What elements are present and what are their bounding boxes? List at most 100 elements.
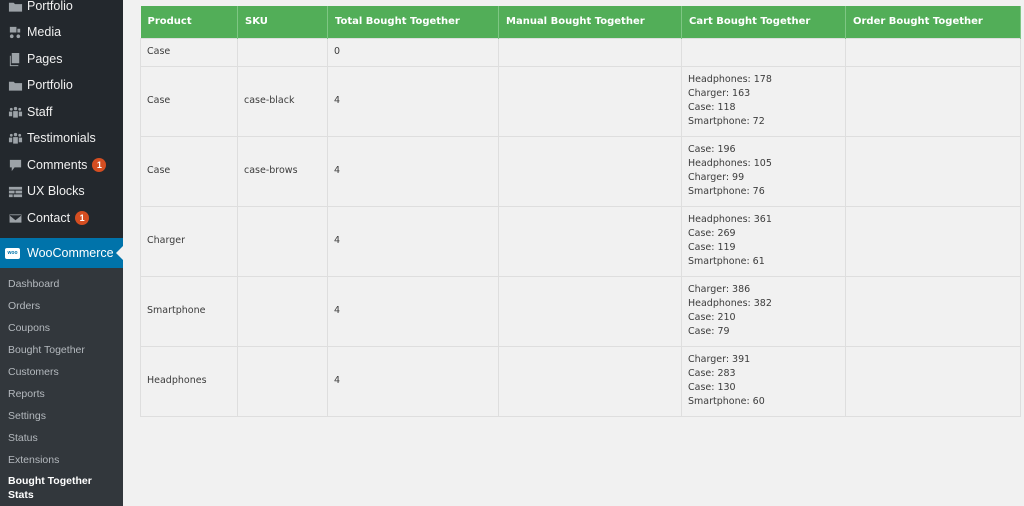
cart-count-line: Case: 79 [688,326,730,337]
cell-cart: Charger: 391 Case: 283 Case: 130 Smartphone… [681,345,846,417]
cart-count-line: Charger: 386 [688,284,751,295]
column-header-cart-bought-together: Cart Bought Together [681,6,846,38]
submenu-item-bought-together-stats[interactable]: Bought Together Stats [8,474,108,502]
cell-manual [498,65,682,137]
woocommerce-icon: woo [5,247,20,259]
table-header-row: Product SKU Total Bought Together Manual Bo… [140,6,1021,38]
submenu-item-reports[interactable]: Reports [8,387,45,401]
submenu-item-dashboard[interactable]: Dashboard [8,277,59,291]
sidebar-item-comments[interactable]: Comments 1 [0,152,123,178]
column-header-total-bought-together: Total Bought Together [327,6,499,38]
sidebar-item-ux-blocks[interactable]: UX Blocks [0,178,123,204]
cart-count-line: Case: 119 [688,242,736,253]
cell-sku [237,275,328,347]
cart-count-line: Smartphone: 61 [688,256,765,267]
cell-product: Case [140,37,238,67]
active-indicator-arrow [116,246,123,260]
cell-manual [498,275,682,347]
cart-count-line: Charger: 99 [688,172,745,183]
blocks-icon [5,184,25,199]
column-header-product: Product [140,6,238,38]
cell-order [845,275,1021,347]
cell-manual [498,205,682,277]
cell-order [845,65,1021,137]
sidebar-item-label: Contact [27,211,71,225]
cell-order [845,345,1021,417]
submenu-item-coupons[interactable]: Coupons [8,321,50,335]
cart-count-line: Smartphone: 72 [688,116,765,127]
cell-manual [498,345,682,417]
table-row: Smartphone 4 Charger: 386 Headphones: 382 Ca… [140,275,1021,347]
cell-total: 4 [327,205,499,277]
cart-count-line: Headphones: 178 [688,74,772,85]
sidebar-item-label: WooCommerce [27,246,114,260]
cell-manual [498,37,682,67]
media-icon [5,25,25,40]
cell-order [845,205,1021,277]
submenu-item-customers[interactable]: Customers [8,365,59,379]
notification-badge: 1 [92,158,107,172]
sidebar-item-staff[interactable]: Staff [0,99,123,125]
people-icon [5,105,25,120]
cell-cart [681,37,846,67]
sidebar-item-portfolio[interactable]: Portfolio [0,0,123,19]
cart-count-line: Headphones: 361 [688,214,772,225]
sidebar-item-portfolio[interactable]: Portfolio [0,72,123,98]
cell-sku: case-brows [237,135,328,207]
cell-order [845,135,1021,207]
table-row: Charger 4 Headphones: 361 Case: 269 Case: 11… [140,205,1021,277]
cell-total: 4 [327,65,499,137]
sidebar-item-label: Comments [27,158,88,172]
cell-total: 4 [327,275,499,347]
cell-manual [498,135,682,207]
cell-product: Case [140,135,238,207]
bought-together-stats-table: Product SKU Total Bought Together Manual Bo… [140,6,1021,417]
submenu-item-status[interactable]: Status [8,431,38,445]
submenu-item-extensions[interactable]: Extensions [8,453,59,467]
cell-sku [237,37,328,67]
sidebar-item-label: Testimonials [27,131,96,145]
cell-cart: Case: 196 Headphones: 105 Charger: 99 Smart… [681,135,846,207]
cart-count-line: Case: 118 [688,102,736,113]
pages-icon [5,52,25,67]
cell-product: Headphones [140,345,238,417]
cell-total: 0 [327,37,499,67]
cell-cart: Headphones: 178 Charger: 163 Case: 118 Smar… [681,65,846,137]
comment-icon [5,158,25,173]
cart-count-line: Headphones: 382 [688,298,772,309]
sidebar-item-media[interactable]: Media [0,19,123,45]
table-row: Headphones 4 Charger: 391 Case: 283 Case: 13… [140,345,1021,417]
cell-total: 4 [327,135,499,207]
sidebar-item-testimonials[interactable]: Testimonials [0,125,123,151]
cart-count-line: Case: 210 [688,312,736,323]
submenu-item-bought-together[interactable]: Bought Together [8,343,85,357]
cart-count-line: Smartphone: 76 [688,186,765,197]
table-row: Case case-brows 4 Case: 196 Headphones: 105 C… [140,135,1021,207]
sidebar-item-label: Portfolio [27,78,73,92]
sidebar-item-contact[interactable]: Contact 1 [0,205,123,231]
sidebar-item-pages[interactable]: Pages [0,46,123,72]
submenu-item-settings[interactable]: Settings [8,409,46,423]
mail-icon [5,211,25,226]
cell-product: Charger [140,205,238,277]
cart-count-line: Case: 269 [688,228,736,239]
cell-product: Case [140,65,238,137]
cell-order [845,37,1021,67]
cart-count-line: Headphones: 105 [688,158,772,169]
cell-sku: case-black [237,65,328,137]
cart-count-line: Charger: 391 [688,354,751,365]
folder-icon [5,78,25,93]
cell-sku [237,205,328,277]
folder-icon [5,0,25,14]
people-icon [5,131,25,146]
cell-cart: Charger: 386 Headphones: 382 Case: 210 Case… [681,275,846,347]
admin-sidebar: Portfolio Media Pages Portfolio Staff Testimo… [0,0,123,506]
submenu-item-orders[interactable]: Orders [8,299,40,313]
cell-total: 4 [327,345,499,417]
column-header-manual-bought-together: Manual Bought Together [498,6,682,38]
woocommerce-submenu: Dashboard Orders Coupons Bought Together Cus… [0,268,123,506]
sidebar-item-label: Media [27,25,62,39]
cell-product: Smartphone [140,275,238,347]
sidebar-item-label: UX Blocks [27,184,85,198]
sidebar-item-woocommerce[interactable]: woo WooCommerce [0,238,123,268]
